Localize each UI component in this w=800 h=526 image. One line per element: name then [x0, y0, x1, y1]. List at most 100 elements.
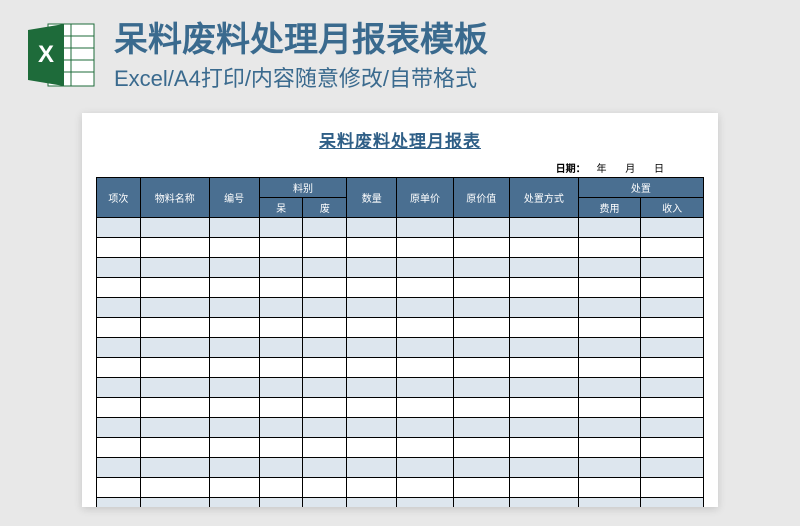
table-cell: [97, 458, 141, 478]
table-cell: [397, 278, 453, 298]
table-cell: [209, 478, 259, 498]
svg-text:X: X: [38, 41, 54, 68]
table-cell: [140, 298, 209, 318]
table-cell: [259, 278, 303, 298]
table-cell: [303, 478, 347, 498]
table-cell: [97, 278, 141, 298]
table-cell: [303, 278, 347, 298]
table-cell: [453, 218, 509, 238]
table-cell: [97, 338, 141, 358]
table-cell: [347, 418, 397, 438]
table-cell: [641, 218, 704, 238]
table-cell: [259, 318, 303, 338]
table-cell: [259, 258, 303, 278]
table-cell: [397, 218, 453, 238]
table-cell: [303, 358, 347, 378]
table-cell: [140, 398, 209, 418]
table-cell: [97, 478, 141, 498]
table-cell: [347, 298, 397, 318]
table-cell: [578, 458, 641, 478]
col-income: 收入: [641, 198, 704, 218]
table-cell: [259, 458, 303, 478]
table-cell: [259, 298, 303, 318]
table-cell: [140, 498, 209, 508]
table-cell: [397, 418, 453, 438]
table-cell: [259, 398, 303, 418]
table-cell: [509, 278, 578, 298]
table-cell: [453, 238, 509, 258]
table-cell: [453, 498, 509, 508]
table-row: [97, 378, 704, 398]
table-row: [97, 318, 704, 338]
table-cell: [509, 238, 578, 258]
report-table: 项次 物料名称 编号 料别 数量 原单价 原价值 处置方式 处置 呆 废 费用 …: [96, 177, 704, 507]
table-cell: [303, 458, 347, 478]
table-cell: [97, 438, 141, 458]
table-cell: [453, 398, 509, 418]
table-cell: [209, 378, 259, 398]
table-cell: [578, 438, 641, 458]
table-cell: [209, 458, 259, 478]
table-row: [97, 298, 704, 318]
table-cell: [509, 298, 578, 318]
table-cell: [303, 238, 347, 258]
table-cell: [140, 358, 209, 378]
table-cell: [453, 358, 509, 378]
table-cell: [303, 298, 347, 318]
table-cell: [453, 478, 509, 498]
table-cell: [397, 398, 453, 418]
table-cell: [97, 378, 141, 398]
table-cell: [578, 298, 641, 318]
table-cell: [97, 258, 141, 278]
table-cell: [259, 238, 303, 258]
table-cell: [578, 238, 641, 258]
table-row: [97, 258, 704, 278]
table-cell: [397, 438, 453, 458]
table-cell: [453, 418, 509, 438]
table-cell: [453, 298, 509, 318]
table-cell: [97, 298, 141, 318]
table-cell: [347, 218, 397, 238]
table-cell: [259, 378, 303, 398]
col-disposal: 处置: [578, 178, 703, 198]
table-cell: [140, 418, 209, 438]
table-cell: [397, 338, 453, 358]
table-cell: [209, 498, 259, 508]
table-cell: [209, 418, 259, 438]
table-cell: [259, 358, 303, 378]
table-cell: [397, 238, 453, 258]
table-cell: [347, 358, 397, 378]
table-cell: [397, 458, 453, 478]
table-cell: [509, 378, 578, 398]
table-cell: [259, 418, 303, 438]
table-cell: [641, 238, 704, 258]
table-row: [97, 338, 704, 358]
table-cell: [453, 258, 509, 278]
table-cell: [140, 318, 209, 338]
table-cell: [578, 338, 641, 358]
col-cost: 费用: [578, 198, 641, 218]
table-cell: [578, 478, 641, 498]
col-quantity: 数量: [347, 178, 397, 218]
table-row: [97, 278, 704, 298]
table-cell: [509, 338, 578, 358]
table-cell: [453, 318, 509, 338]
table-cell: [347, 258, 397, 278]
table-cell: [140, 338, 209, 358]
table-cell: [303, 398, 347, 418]
table-row: [97, 498, 704, 508]
table-cell: [578, 318, 641, 338]
col-cat-waste: 废: [303, 198, 347, 218]
table-cell: [509, 498, 578, 508]
table-cell: [641, 338, 704, 358]
table-cell: [578, 218, 641, 238]
table-cell: [97, 398, 141, 418]
table-cell: [641, 318, 704, 338]
table-cell: [97, 498, 141, 508]
table-cell: [509, 438, 578, 458]
table-cell: [209, 298, 259, 318]
table-cell: [578, 278, 641, 298]
table-cell: [509, 218, 578, 238]
table-cell: [578, 398, 641, 418]
table-cell: [209, 338, 259, 358]
